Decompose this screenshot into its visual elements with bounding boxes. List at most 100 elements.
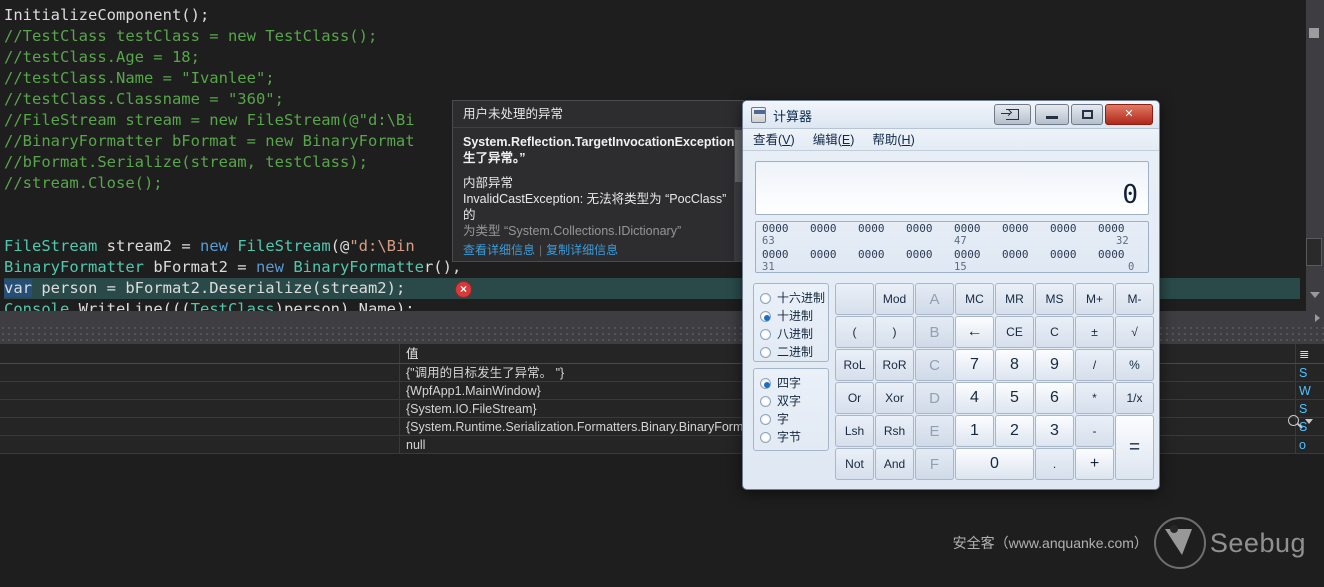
radio-button-icon[interactable]	[760, 378, 771, 389]
calc-key-M-[interactable]: M-	[1115, 283, 1154, 315]
calc-key-sym[interactable]: ←	[955, 316, 994, 348]
calc-key-+[interactable]: +	[1075, 448, 1114, 480]
row-type-cell[interactable]: S	[1296, 364, 1323, 381]
radio-option-2[interactable]: 双字	[760, 392, 828, 410]
bit-group[interactable]: 0000	[1002, 248, 1046, 261]
radio-button-icon[interactable]	[760, 311, 771, 322]
calc-key-9[interactable]: 9	[1035, 349, 1074, 381]
calc-key-M+[interactable]: M+	[1075, 283, 1114, 315]
chevron-down-icon[interactable]	[1310, 292, 1320, 298]
restore-button[interactable]	[994, 104, 1031, 125]
calc-key-2[interactable]: 2	[995, 415, 1034, 447]
calc-key-sym[interactable]: (	[835, 316, 874, 348]
binary-bit-panel[interactable]: 0000000000000000000000000000000063473200…	[755, 221, 1149, 273]
menu-item-3[interactable]: 帮助(H)	[872, 129, 914, 151]
bit-group[interactable]: 0000	[1050, 248, 1094, 261]
calc-key-Mod[interactable]: Mod	[875, 283, 914, 315]
column-header-type[interactable]: ≣	[1296, 344, 1323, 363]
row-name-cell[interactable]	[0, 364, 400, 381]
calc-key-RoL[interactable]: RoL	[835, 349, 874, 381]
calc-key--[interactable]: -	[1075, 415, 1114, 447]
calc-key-.[interactable]: .	[1035, 448, 1074, 480]
calc-key-3[interactable]: 3	[1035, 415, 1074, 447]
radio-option-4[interactable]: 字节	[760, 428, 828, 446]
calc-key-sym[interactable]: )	[875, 316, 914, 348]
calc-key-0[interactable]: 0	[955, 448, 1034, 480]
bit-group[interactable]: 0000	[906, 248, 950, 261]
bit-group[interactable]: 0000	[1002, 222, 1046, 235]
calc-key-=[interactable]: =	[1115, 415, 1154, 480]
maximize-button[interactable]	[1071, 104, 1103, 125]
calculator-window[interactable]: 计算器 ✕ 查看(V)编辑(E)帮助(H) 0 0000000000000000…	[742, 100, 1160, 490]
radio-option-4[interactable]: 二进制	[760, 343, 828, 361]
calc-key-7[interactable]: 7	[955, 349, 994, 381]
view-details-link[interactable]: 查看详细信息	[463, 243, 535, 257]
editor-vertical-scrollbar[interactable]	[1306, 0, 1324, 325]
bit-group[interactable]: 0000	[1098, 222, 1142, 235]
error-marker-icon[interactable]: ×	[455, 281, 472, 298]
radio-button-icon[interactable]	[760, 396, 771, 407]
radio-button-icon[interactable]	[760, 347, 771, 358]
close-button[interactable]: ✕	[1105, 104, 1153, 125]
chevron-right-icon[interactable]	[1315, 314, 1320, 322]
calc-key-sym[interactable]: %	[1115, 349, 1154, 381]
search-icon[interactable]	[1286, 413, 1320, 431]
radio-option-1[interactable]: 四字	[760, 374, 828, 392]
calc-key-A[interactable]: A	[915, 283, 954, 315]
calc-key-MS[interactable]: MS	[1035, 283, 1074, 315]
copy-details-link[interactable]: 复制详细信息	[546, 243, 618, 257]
calc-key-Rsh[interactable]: Rsh	[875, 415, 914, 447]
bit-group[interactable]: 0000	[858, 248, 902, 261]
calc-key-/[interactable]: /	[1075, 349, 1114, 381]
bit-group[interactable]: 0000	[1098, 248, 1142, 261]
row-name-cell[interactable]	[0, 436, 400, 453]
row-name-cell[interactable]	[0, 400, 400, 417]
calc-key-1/x[interactable]: 1/x	[1115, 382, 1154, 414]
calc-key-1[interactable]: 1	[955, 415, 994, 447]
radio-button-icon[interactable]	[760, 432, 771, 443]
bit-group[interactable]: 0000	[1050, 222, 1094, 235]
chevron-down-icon[interactable]	[1305, 419, 1313, 424]
radio-option-3[interactable]: 八进制	[760, 325, 828, 343]
calc-key-5[interactable]: 5	[995, 382, 1034, 414]
radio-option-1[interactable]: 十六进制	[760, 289, 828, 307]
calc-key-4[interactable]: 4	[955, 382, 994, 414]
menu-item-2[interactable]: 编辑(E)	[813, 129, 855, 151]
calc-key-F[interactable]: F	[915, 448, 954, 480]
calc-key-sym[interactable]: √	[1115, 316, 1154, 348]
calc-key-6[interactable]: 6	[1035, 382, 1074, 414]
radio-button-icon[interactable]	[760, 293, 771, 304]
scrollbar-thumb[interactable]	[735, 130, 742, 182]
calc-key-MC[interactable]: MC	[955, 283, 994, 315]
bit-group[interactable]: 0000	[906, 222, 950, 235]
calc-key-RoR[interactable]: RoR	[875, 349, 914, 381]
radio-button-icon[interactable]	[760, 414, 771, 425]
bit-group[interactable]: 0000	[810, 248, 854, 261]
row-type-cell[interactable]: o	[1296, 436, 1323, 453]
radio-option-2[interactable]: 十进制	[760, 307, 828, 325]
calc-key-sym[interactable]: ±	[1075, 316, 1114, 348]
calc-key-E[interactable]: E	[915, 415, 954, 447]
bit-group[interactable]: 0000	[810, 222, 854, 235]
row-type-cell[interactable]: W	[1296, 382, 1323, 399]
calc-key-Lsh[interactable]: Lsh	[835, 415, 874, 447]
bit-group[interactable]: 0000	[762, 222, 806, 235]
minimize-button[interactable]	[1035, 104, 1069, 125]
bit-group[interactable]: 0000	[858, 222, 902, 235]
calc-key-C[interactable]: C	[1035, 316, 1074, 348]
calc-key-D[interactable]: D	[915, 382, 954, 414]
row-name-cell[interactable]	[0, 382, 400, 399]
bit-group[interactable]: 0000	[954, 248, 998, 261]
bit-group[interactable]: 0000	[762, 248, 806, 261]
bit-group[interactable]: 0000	[954, 222, 998, 235]
calc-key-CE[interactable]: CE	[995, 316, 1034, 348]
calc-key-*[interactable]: *	[1075, 382, 1114, 414]
calc-key-Xor[interactable]: Xor	[875, 382, 914, 414]
menu-item-1[interactable]: 查看(V)	[753, 129, 795, 151]
calc-key-B[interactable]: B	[915, 316, 954, 348]
calc-key-And[interactable]: And	[875, 448, 914, 480]
calc-key-C[interactable]: C	[915, 349, 954, 381]
calc-key-Not[interactable]: Not	[835, 448, 874, 480]
calc-key-MR[interactable]: MR	[995, 283, 1034, 315]
row-name-cell[interactable]	[0, 418, 400, 435]
